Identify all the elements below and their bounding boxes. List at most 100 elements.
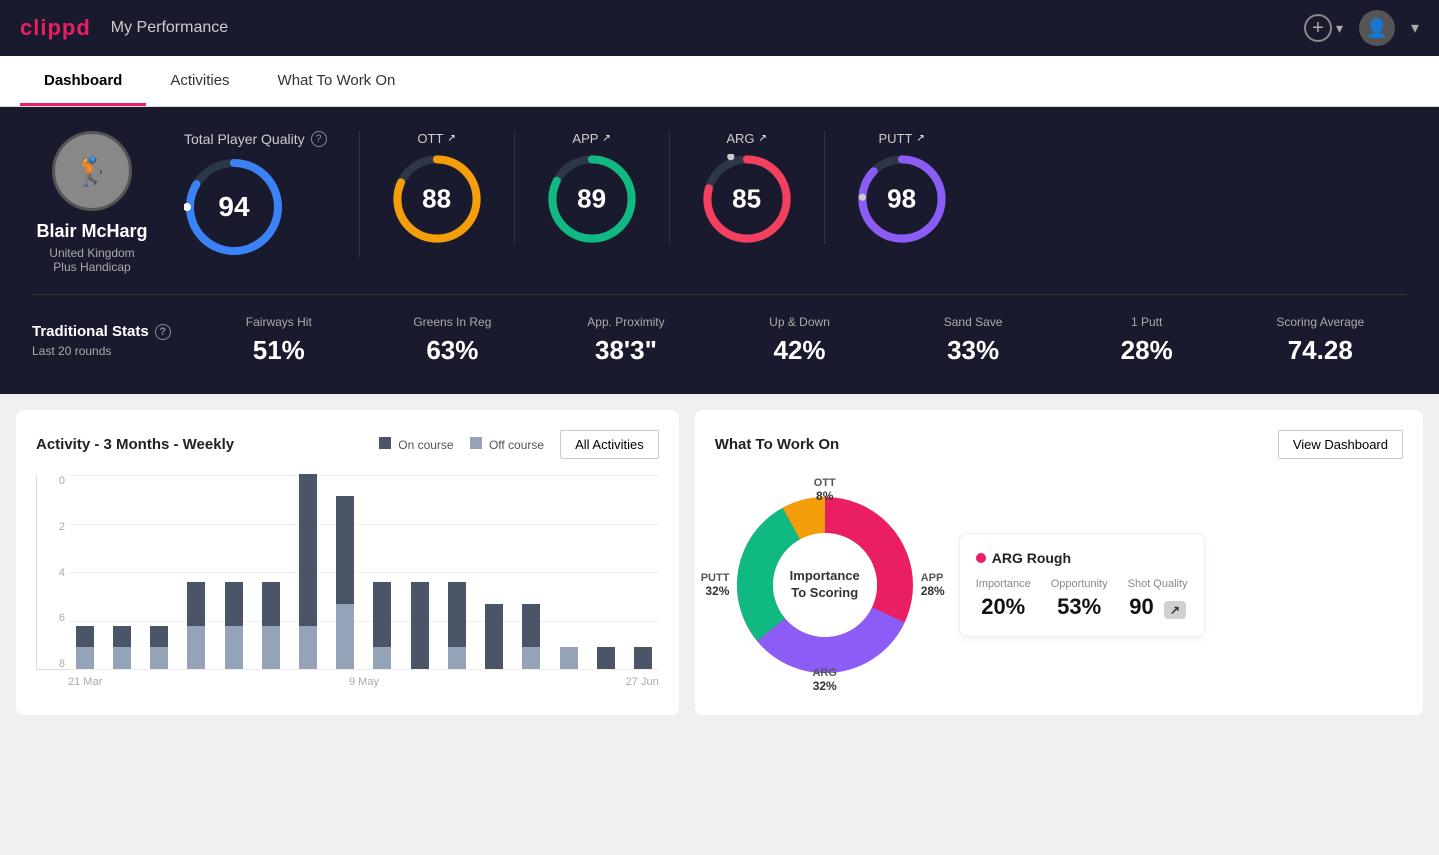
arg-rough-card: ARG Rough Importance 20% Opportunity 53%… — [959, 533, 1205, 637]
bar-seg-off-course — [373, 647, 391, 669]
traditional-stats: Traditional Stats ? Last 20 rounds Fairw… — [32, 294, 1407, 370]
arg-donut-label: ARG 32% — [812, 667, 836, 693]
quality-main: Total Player Quality ? 94 — [184, 131, 360, 257]
ott-circle: 88 — [392, 154, 482, 244]
bar-seg-on-course — [187, 582, 205, 625]
bar-seg-off-course — [150, 647, 168, 669]
quality-cat-putt: PUTT ↗ 98 — [825, 131, 979, 244]
off-course-dot — [470, 437, 482, 449]
stat-app-proximity: App. Proximity 38'3" — [539, 315, 713, 366]
y-axis-labels: 8 6 4 2 0 — [37, 475, 65, 670]
stat-1-putt: 1 Putt 28% — [1060, 315, 1234, 366]
hero-top: 🏌️ Blair McHarg United Kingdom Plus Hand… — [32, 131, 1407, 274]
bar-group — [441, 474, 472, 669]
what-to-work-on-panel: What To Work On View Dashboard — [695, 410, 1423, 715]
bar-group — [292, 474, 323, 669]
arg-rough-dot — [976, 553, 986, 563]
bar-seg-on-course — [485, 604, 503, 669]
tab-what-to-work-on[interactable]: What To Work On — [254, 56, 420, 106]
quality-cat-ott: OTT ↗ 88 — [360, 131, 515, 244]
bar-group — [181, 474, 212, 669]
bar-seg-on-course — [299, 474, 317, 626]
view-dashboard-button[interactable]: View Dashboard — [1278, 430, 1403, 459]
app-circle: 89 — [547, 154, 637, 244]
bar-stack — [597, 647, 615, 669]
bar-group — [516, 474, 547, 669]
nav-title: My Performance — [111, 19, 228, 37]
bar-stack — [262, 582, 280, 669]
metric-opportunity: Opportunity 53% — [1051, 578, 1108, 620]
bar-seg-on-course — [336, 496, 354, 604]
bar-group — [404, 474, 435, 669]
ott-donut-label: OTT 8% — [814, 477, 836, 503]
app-trend-icon: ↗ — [602, 133, 610, 144]
bar-seg-on-course — [262, 582, 280, 625]
tab-activities[interactable]: Activities — [146, 56, 253, 106]
trad-stats-help-icon[interactable]: ? — [155, 324, 171, 340]
metric-importance: Importance 20% — [976, 578, 1031, 620]
bar-stack — [411, 582, 429, 669]
user-dropdown-arrow[interactable]: ▾ — [1411, 18, 1419, 38]
add-button[interactable]: + ▾ — [1304, 14, 1343, 42]
bar-seg-on-course — [634, 647, 652, 669]
bar-group — [628, 474, 659, 669]
arg-trend-icon: ↗ — [759, 133, 767, 144]
hero-banner: 🏌️ Blair McHarg United Kingdom Plus Hand… — [0, 107, 1439, 394]
bar-seg-off-course — [560, 647, 578, 669]
bar-seg-on-course — [448, 582, 466, 647]
bar-seg-on-course — [150, 626, 168, 648]
quality-categories: OTT ↗ 88 APP ↗ — [360, 131, 1407, 244]
bar-group — [255, 474, 286, 669]
bar-seg-off-course — [225, 626, 243, 669]
total-quality-value: 94 — [218, 191, 249, 223]
player-location: United Kingdom — [49, 246, 134, 260]
ott-value: 88 — [422, 184, 451, 215]
bar-group — [330, 474, 361, 669]
bar-group — [590, 474, 621, 669]
circle-plus-icon: + — [1304, 14, 1332, 42]
user-avatar[interactable]: 👤 — [1359, 10, 1395, 46]
bar-seg-on-course — [522, 604, 540, 647]
bar-group — [69, 474, 100, 669]
bar-stack — [113, 626, 131, 669]
bar-seg-off-course — [299, 626, 317, 669]
trad-stats-subtitle: Last 20 rounds — [32, 344, 192, 358]
arg-rough-title: ARG Rough — [976, 550, 1188, 566]
bar-seg-on-course — [597, 647, 615, 669]
wtwon-panel-header: What To Work On View Dashboard — [715, 430, 1403, 459]
bar-stack — [634, 647, 652, 669]
tab-dashboard[interactable]: Dashboard — [20, 56, 146, 106]
bar-seg-on-course — [113, 626, 131, 648]
donut-center-text: ImportanceTo Scoring — [790, 568, 860, 602]
bar-seg-off-course — [448, 647, 466, 669]
metric-shot-quality: Shot Quality 90 ↗ — [1128, 578, 1188, 620]
bar-seg-on-course — [373, 582, 391, 647]
nav-left: clippd My Performance — [20, 15, 228, 41]
stat-scoring-avg: Scoring Average 74.28 — [1233, 315, 1407, 366]
bar-seg-off-course — [262, 626, 280, 669]
on-course-dot — [379, 437, 391, 449]
bar-stack — [448, 582, 466, 669]
bar-group — [367, 474, 398, 669]
legend-off-course: Off course — [470, 437, 544, 452]
avatar-emoji: 🏌️ — [75, 155, 110, 188]
stat-greens-in-reg: Greens In Reg 63% — [366, 315, 540, 366]
nav-right: + ▾ 👤 ▾ — [1304, 10, 1419, 46]
player-name: Blair McHarg — [36, 221, 147, 242]
all-activities-button[interactable]: All Activities — [560, 430, 659, 459]
bar-stack — [485, 604, 503, 669]
quality-help-icon[interactable]: ? — [311, 131, 327, 147]
bar-group — [479, 474, 510, 669]
shot-quality-badge: ↗ — [1164, 601, 1186, 619]
bar-stack — [299, 474, 317, 669]
wtwon-title: What To Work On — [715, 436, 839, 453]
quality-title: Total Player Quality ? — [184, 131, 327, 147]
tabs-bar: Dashboard Activities What To Work On — [0, 56, 1439, 107]
bar-stack — [336, 496, 354, 669]
stat-sand-save: Sand Save 33% — [886, 315, 1060, 366]
quality-section: Total Player Quality ? 94 OTT — [184, 131, 1407, 257]
bar-stack — [187, 582, 205, 669]
bar-seg-off-course — [76, 647, 94, 669]
bar-group — [143, 474, 174, 669]
stat-fairways-hit: Fairways Hit 51% — [192, 315, 366, 366]
